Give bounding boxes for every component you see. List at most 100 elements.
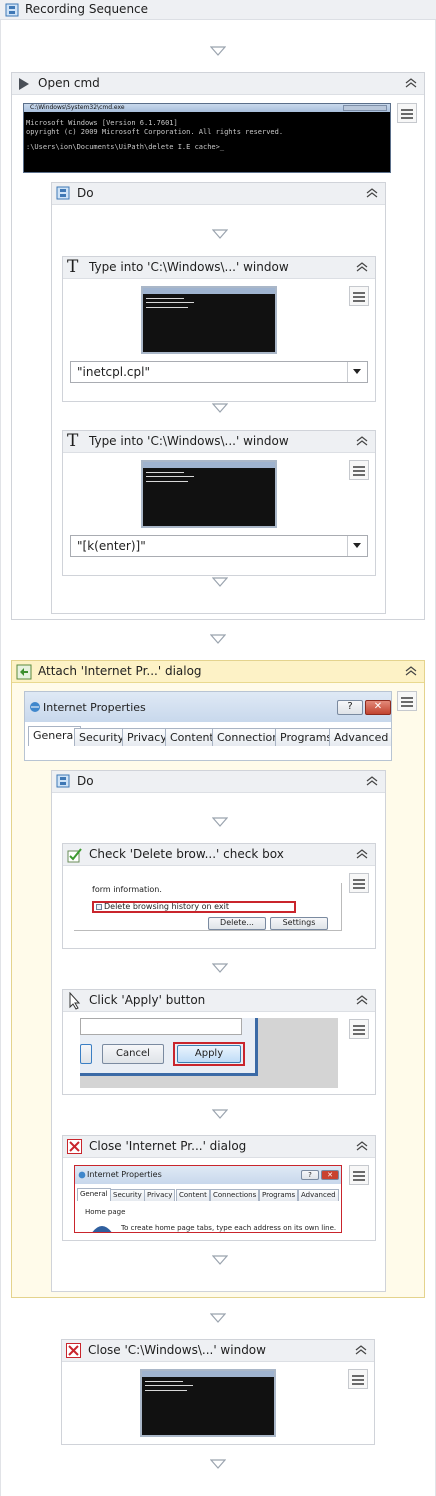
- type-icon: T: [67, 431, 79, 451]
- type-into-title: Type into 'C:\Windows\...' window: [89, 434, 289, 448]
- click-icon: [69, 992, 81, 1010]
- click-activity[interactable]: Click 'Apply' button Cancel Apply: [62, 989, 376, 1095]
- menu-icon[interactable]: [349, 1165, 369, 1185]
- tab-programs[interactable]: Programs: [259, 1189, 299, 1201]
- collapse-icon[interactable]: [404, 76, 418, 90]
- sequence-icon: [5, 3, 19, 17]
- dropdown-icon[interactable]: [347, 536, 367, 556]
- text-input-value: "[k(enter)]": [77, 539, 146, 553]
- do-header: Do: [52, 183, 385, 205]
- text-input[interactable]: "[k(enter)]": [70, 535, 368, 557]
- close-window-title: Close 'C:\Windows\...' window: [88, 1343, 266, 1357]
- attach-title: Attach 'Internet Pr...' dialog: [38, 664, 202, 678]
- home-page-text: To create home page tabs, type each addr…: [121, 1224, 337, 1232]
- tab-programs[interactable]: Programs: [275, 728, 338, 746]
- tab-security[interactable]: Security: [74, 728, 130, 746]
- collapse-icon[interactable]: [355, 847, 369, 861]
- menu-icon[interactable]: [349, 286, 369, 306]
- attach-dialog-activity[interactable]: Attach 'Internet Pr...' dialog Internet …: [11, 660, 425, 1298]
- apply-screenshot: Cancel Apply: [80, 1018, 338, 1088]
- do-activity[interactable]: Do T Type into 'C:\Windows\...' window "…: [51, 182, 386, 614]
- tab-content[interactable]: Content: [165, 728, 219, 746]
- open-cmd-activity[interactable]: Open cmd C:\Windows\System32\cmd.exe Mic…: [11, 72, 425, 620]
- help-button[interactable]: ?: [337, 700, 363, 715]
- collapse-icon[interactable]: [355, 260, 369, 274]
- sequence-header: Recording Sequence: [0, 0, 436, 20]
- home-page-label: Home page: [85, 1208, 126, 1216]
- dialog-screenshot: Internet Properties ? ✕ General Security…: [24, 691, 392, 761]
- dialog-screenshot: Internet Properties ? ✕ General Security…: [74, 1165, 342, 1233]
- apply-button[interactable]: Apply: [177, 1045, 241, 1063]
- close-window-header: Close 'C:\Windows\...' window: [62, 1340, 374, 1362]
- text-input-value: "inetcpl.cpl": [77, 365, 150, 379]
- tab-general[interactable]: General: [77, 1188, 111, 1201]
- close-icon: [66, 1343, 81, 1358]
- tab-privacy[interactable]: Privacy: [144, 1189, 176, 1201]
- checkbox-screenshot: form information. Delete browsing histor…: [74, 883, 342, 931]
- internet-properties-icon: [78, 1171, 86, 1179]
- window-screenshot: [140, 1369, 276, 1437]
- menu-icon[interactable]: [349, 460, 369, 480]
- type-icon: T: [67, 257, 79, 277]
- open-cmd-header: Open cmd: [12, 73, 424, 95]
- collapse-icon[interactable]: [365, 186, 379, 200]
- type-into-title: Type into 'C:\Windows\...' window: [89, 260, 289, 274]
- tab-advanced[interactable]: Advanced: [298, 1189, 339, 1201]
- attach-icon: [16, 664, 32, 680]
- delete-button[interactable]: Delete...: [208, 917, 266, 930]
- window-screenshot: [141, 460, 277, 528]
- help-button[interactable]: ?: [301, 1170, 319, 1180]
- tab-content[interactable]: Content: [176, 1189, 210, 1201]
- collapse-icon[interactable]: [355, 434, 369, 448]
- collapse-icon[interactable]: [404, 664, 418, 678]
- tab-advanced[interactable]: Advanced: [329, 728, 391, 746]
- open-cmd-title: Open cmd: [38, 76, 100, 90]
- tab-connections[interactable]: Connections: [210, 1189, 260, 1201]
- cmd-window-title: C:\Windows\System32\cmd.exe: [30, 104, 125, 111]
- check-icon: [67, 848, 82, 863]
- close-window-activity[interactable]: Close 'C:\Windows\...' window: [61, 1339, 375, 1445]
- type-into-activity[interactable]: T Type into 'C:\Windows\...' window "ine…: [62, 256, 376, 402]
- dialog-close-button[interactable]: ✕: [321, 1170, 339, 1180]
- close-dialog-header: Close 'Internet Pr...' dialog: [63, 1136, 375, 1158]
- type-into-header: T Type into 'C:\Windows\...' window: [63, 257, 375, 279]
- dialog-close-button[interactable]: ✕: [365, 700, 391, 715]
- check-title: Check 'Delete brow...' check box: [89, 847, 284, 861]
- cmd-line: opyright (c) 2009 Microsoft Corporation.…: [26, 128, 284, 136]
- click-header: Click 'Apply' button: [63, 990, 375, 1012]
- close-dialog-activity[interactable]: Close 'Internet Pr...' dialog Internet P…: [62, 1135, 376, 1241]
- menu-icon[interactable]: [349, 873, 369, 893]
- do-icon: [56, 186, 70, 200]
- dropdown-icon[interactable]: [347, 362, 367, 382]
- menu-icon[interactable]: [397, 691, 417, 711]
- collapse-icon[interactable]: [365, 774, 379, 788]
- dialog-tab-strip: General Security Privacy Content Connect…: [25, 726, 391, 760]
- tab-security[interactable]: Security: [110, 1189, 145, 1201]
- dialog-title: Internet Properties: [87, 1170, 162, 1179]
- check-activity[interactable]: Check 'Delete brow...' check box form in…: [62, 843, 376, 949]
- do-title: Do: [77, 186, 94, 200]
- dialog-title: Internet Properties: [43, 701, 146, 714]
- do-activity[interactable]: Do Check 'Delete brow...' check box form…: [51, 770, 386, 1292]
- close-icon: [67, 1139, 82, 1154]
- type-into-header: T Type into 'C:\Windows\...' window: [63, 431, 375, 453]
- cmd-window-controls: [343, 105, 387, 111]
- menu-icon[interactable]: [397, 103, 417, 123]
- type-into-activity[interactable]: T Type into 'C:\Windows\...' window "[k(…: [62, 430, 376, 576]
- do-title: Do: [77, 774, 94, 788]
- play-icon: [19, 78, 29, 90]
- settings-button[interactable]: Settings: [270, 917, 328, 930]
- collapse-icon[interactable]: [354, 1343, 368, 1357]
- partial-button[interactable]: [80, 1044, 92, 1064]
- menu-icon[interactable]: [348, 1369, 368, 1389]
- form-information-text: form information.: [92, 885, 162, 894]
- internet-properties-icon: [30, 702, 40, 712]
- cancel-button[interactable]: Cancel: [102, 1044, 164, 1064]
- attach-header: Attach 'Internet Pr...' dialog: [12, 661, 424, 683]
- collapse-icon[interactable]: [355, 993, 369, 1007]
- text-input[interactable]: "inetcpl.cpl": [70, 361, 368, 383]
- menu-icon[interactable]: [349, 1019, 369, 1039]
- click-title: Click 'Apply' button: [89, 993, 206, 1007]
- collapse-icon[interactable]: [355, 1139, 369, 1153]
- globe-icon: [92, 1226, 112, 1232]
